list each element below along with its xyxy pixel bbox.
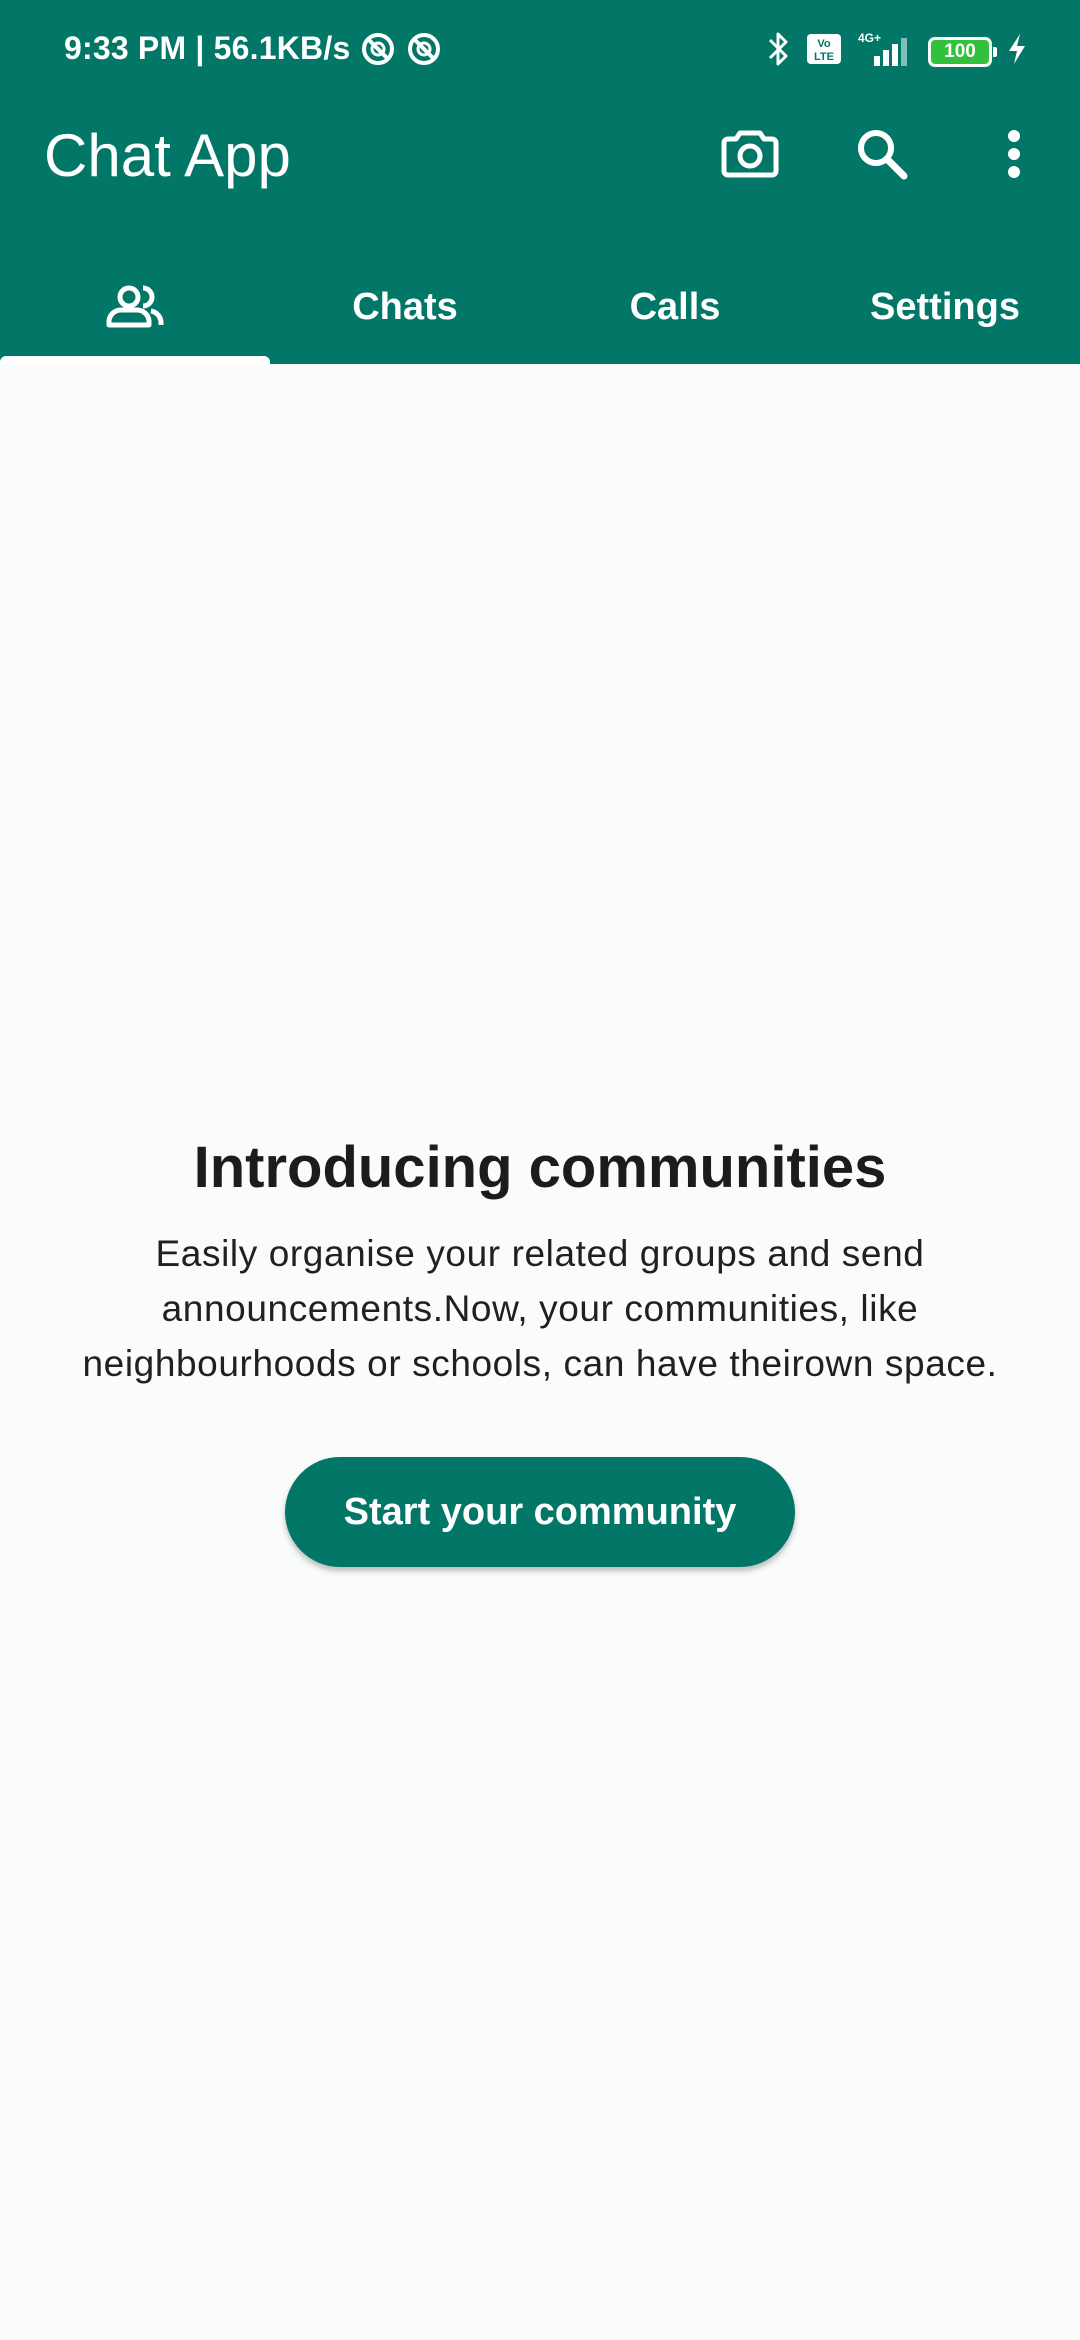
intro-title: Introducing communities bbox=[193, 1135, 887, 1200]
camera-button[interactable] bbox=[714, 118, 786, 190]
more-options-button[interactable] bbox=[978, 118, 1050, 190]
status-bar: 9:33 PM | 56.1KB/s Vo LTE 4G+ 100 bbox=[0, 0, 1080, 100]
battery-icon: 100 bbox=[928, 36, 997, 67]
status-left: 9:33 PM | 56.1KB/s bbox=[64, 30, 442, 67]
volte-icon: Vo LTE bbox=[806, 33, 842, 70]
search-icon bbox=[858, 130, 908, 180]
more-vert-icon bbox=[1008, 130, 1020, 178]
notification-icon bbox=[406, 31, 442, 67]
charging-icon bbox=[1006, 32, 1028, 71]
svg-text:LTE: LTE bbox=[814, 51, 834, 63]
communities-intro: Introducing communities Easily organise … bbox=[0, 1128, 1080, 1391]
app-title: Chat App bbox=[44, 122, 291, 189]
communities-icon bbox=[106, 285, 164, 328]
start-community-button[interactable]: Start your community bbox=[285, 1457, 795, 1567]
svg-text:Vo: Vo bbox=[817, 38, 831, 50]
intro-description: Easily organise your related groups and … bbox=[82, 1233, 998, 1384]
camera-icon bbox=[721, 130, 779, 178]
search-button[interactable] bbox=[846, 118, 918, 190]
tab-calls[interactable]: Calls bbox=[540, 250, 810, 364]
selected-tab-indicator bbox=[0, 356, 270, 364]
app-header: 9:33 PM | 56.1KB/s Vo LTE 4G+ 100 Chat A… bbox=[0, 0, 1080, 364]
tab-bar: Chats Calls Settings bbox=[0, 250, 1080, 364]
status-right: Vo LTE 4G+ 100 bbox=[766, 30, 1028, 73]
tab-communities[interactable] bbox=[0, 250, 270, 364]
tab-settings[interactable]: Settings bbox=[810, 250, 1080, 364]
tab-chats[interactable]: Chats bbox=[270, 250, 540, 364]
svg-text:4G+: 4G+ bbox=[858, 31, 881, 45]
status-time-speed: 9:33 PM | 56.1KB/s bbox=[64, 30, 351, 66]
notification-icon bbox=[360, 31, 396, 67]
signal-icon: 4G+ bbox=[856, 30, 914, 73]
bluetooth-icon bbox=[766, 30, 792, 73]
